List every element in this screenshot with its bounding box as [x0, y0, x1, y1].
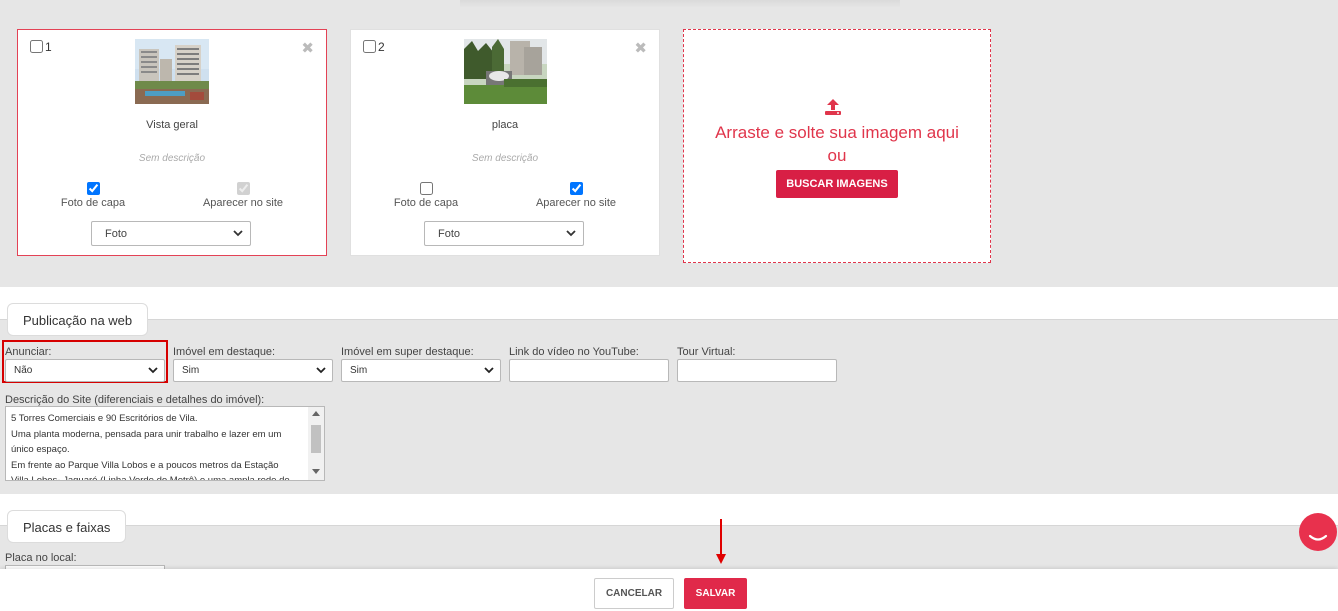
advertise-select[interactable]: Não — [5, 359, 165, 382]
photo-select-checkbox[interactable] — [30, 40, 43, 53]
description-line: único espaço. — [11, 444, 70, 455]
close-icon[interactable]: ✖ — [301, 39, 314, 57]
featured-select[interactable]: Sim — [173, 359, 333, 382]
photo-title[interactable]: placa — [351, 119, 659, 131]
divider — [0, 525, 1338, 526]
chevron-down-icon — [316, 367, 326, 374]
photo-type-select[interactable]: Foto — [424, 221, 584, 246]
image-dropzone[interactable]: Arraste e solte sua imagem aqui ou BUSCA… — [683, 29, 991, 263]
chevron-down-icon — [148, 367, 158, 374]
chevron-down-icon — [233, 230, 243, 237]
show-on-site-label: Aparecer no site — [535, 197, 617, 209]
chat-icon — [1308, 534, 1328, 541]
super-featured-value: Sim — [350, 365, 368, 376]
section-tab-signs[interactable]: Placas e faixas — [7, 510, 127, 543]
divider — [0, 319, 1338, 320]
photo-type-value: Foto — [438, 228, 461, 240]
cover-photo-label: Foto de capa — [60, 197, 126, 209]
local-sign-label: Placa no local: — [5, 552, 77, 564]
textarea-scrollbar[interactable] — [308, 407, 324, 480]
section-tab-web-publication[interactable]: Publicação na web — [7, 303, 149, 336]
youtube-label: Link do vídeo no YouTube: — [509, 346, 639, 358]
save-button[interactable]: SALVAR — [684, 578, 747, 609]
dropzone-text: Arraste e solte sua imagem aqui ou — [715, 123, 959, 165]
photo-thumbnail-buildings[interactable] — [135, 39, 209, 104]
section-header-band — [0, 494, 1338, 525]
photo-description[interactable]: Sem descrição — [351, 153, 659, 164]
show-on-site-option[interactable]: Aparecer no site — [506, 182, 646, 209]
top-shadow — [460, 0, 900, 8]
annotation-arrow-icon — [716, 519, 726, 564]
show-on-site-label: Aparecer no site — [202, 197, 284, 209]
chat-widget-button[interactable] — [1299, 513, 1337, 551]
show-on-site-checkbox[interactable] — [236, 182, 250, 195]
description-line: 5 Torres Comerciais e 90 Escritórios de … — [11, 413, 198, 424]
site-description-label: Descrição do Site (diferenciais e detalh… — [5, 394, 265, 406]
cover-photo-checkbox[interactable] — [419, 182, 433, 195]
photo-card-2[interactable]: 2 ✖ placa Sem descrição Foto de capa Apa… — [350, 29, 660, 256]
site-description-textarea[interactable]: 5 Torres Comerciais e 90 Escritórios de … — [5, 406, 325, 481]
virtual-tour-label: Tour Virtual: — [677, 346, 736, 358]
photo-type-value: Foto — [105, 228, 128, 240]
photo-description[interactable]: Sem descrição — [18, 153, 326, 164]
close-icon[interactable]: ✖ — [634, 39, 647, 57]
description-line: Uma planta moderna, pensada para unir tr… — [11, 428, 282, 440]
photo-number: 2 — [378, 40, 385, 54]
virtual-tour-input[interactable] — [677, 359, 837, 382]
featured-label: Imóvel em destaque: — [173, 346, 276, 358]
section-header-band — [0, 287, 1338, 319]
description-line: Villa Lobos- Jaguaré (Linha Verde do Met… — [11, 475, 290, 481]
photo-number: 1 — [45, 40, 52, 54]
show-on-site-checkbox[interactable] — [569, 182, 583, 195]
cover-photo-option[interactable]: Foto de capa — [356, 182, 496, 209]
photo-title[interactable]: Vista geral — [18, 119, 326, 131]
cover-photo-label: Foto de capa — [393, 197, 459, 209]
photo-card-1[interactable]: 1 ✖ Vista geral Sem descrição Foto de ca… — [17, 29, 327, 256]
site-description-text: 5 Torres Comerciais e 90 Escritórios de … — [11, 411, 309, 481]
youtube-input[interactable] — [509, 359, 669, 382]
cancel-button[interactable]: CANCELAR — [594, 578, 674, 609]
show-on-site-option[interactable]: Aparecer no site — [173, 182, 313, 209]
photo-type-select[interactable]: Foto — [91, 221, 251, 246]
scrollbar-thumb[interactable] — [311, 425, 321, 453]
upload-icon — [825, 99, 841, 115]
scroll-up-icon[interactable] — [312, 411, 320, 416]
chevron-down-icon — [566, 230, 576, 237]
description-line: Em frente ao Parque Villa Lobos e a pouc… — [11, 459, 279, 471]
chevron-down-icon — [484, 367, 494, 374]
featured-value: Sim — [182, 365, 200, 376]
super-featured-label: Imóvel em super destaque: — [341, 346, 474, 358]
photo-select-checkbox[interactable] — [363, 40, 376, 53]
scroll-down-icon[interactable] — [312, 469, 320, 474]
cover-photo-checkbox[interactable] — [86, 182, 100, 195]
browse-images-button[interactable]: BUSCAR IMAGENS — [776, 170, 898, 198]
photo-thumbnail-sign[interactable] — [464, 39, 547, 104]
super-featured-select[interactable]: Sim — [341, 359, 501, 382]
footer-bar: CANCELAR SALVAR — [0, 569, 1338, 611]
advertise-label: Anunciar: — [5, 346, 52, 358]
cover-photo-option[interactable]: Foto de capa — [23, 182, 163, 209]
advertise-value: Não — [14, 365, 33, 376]
